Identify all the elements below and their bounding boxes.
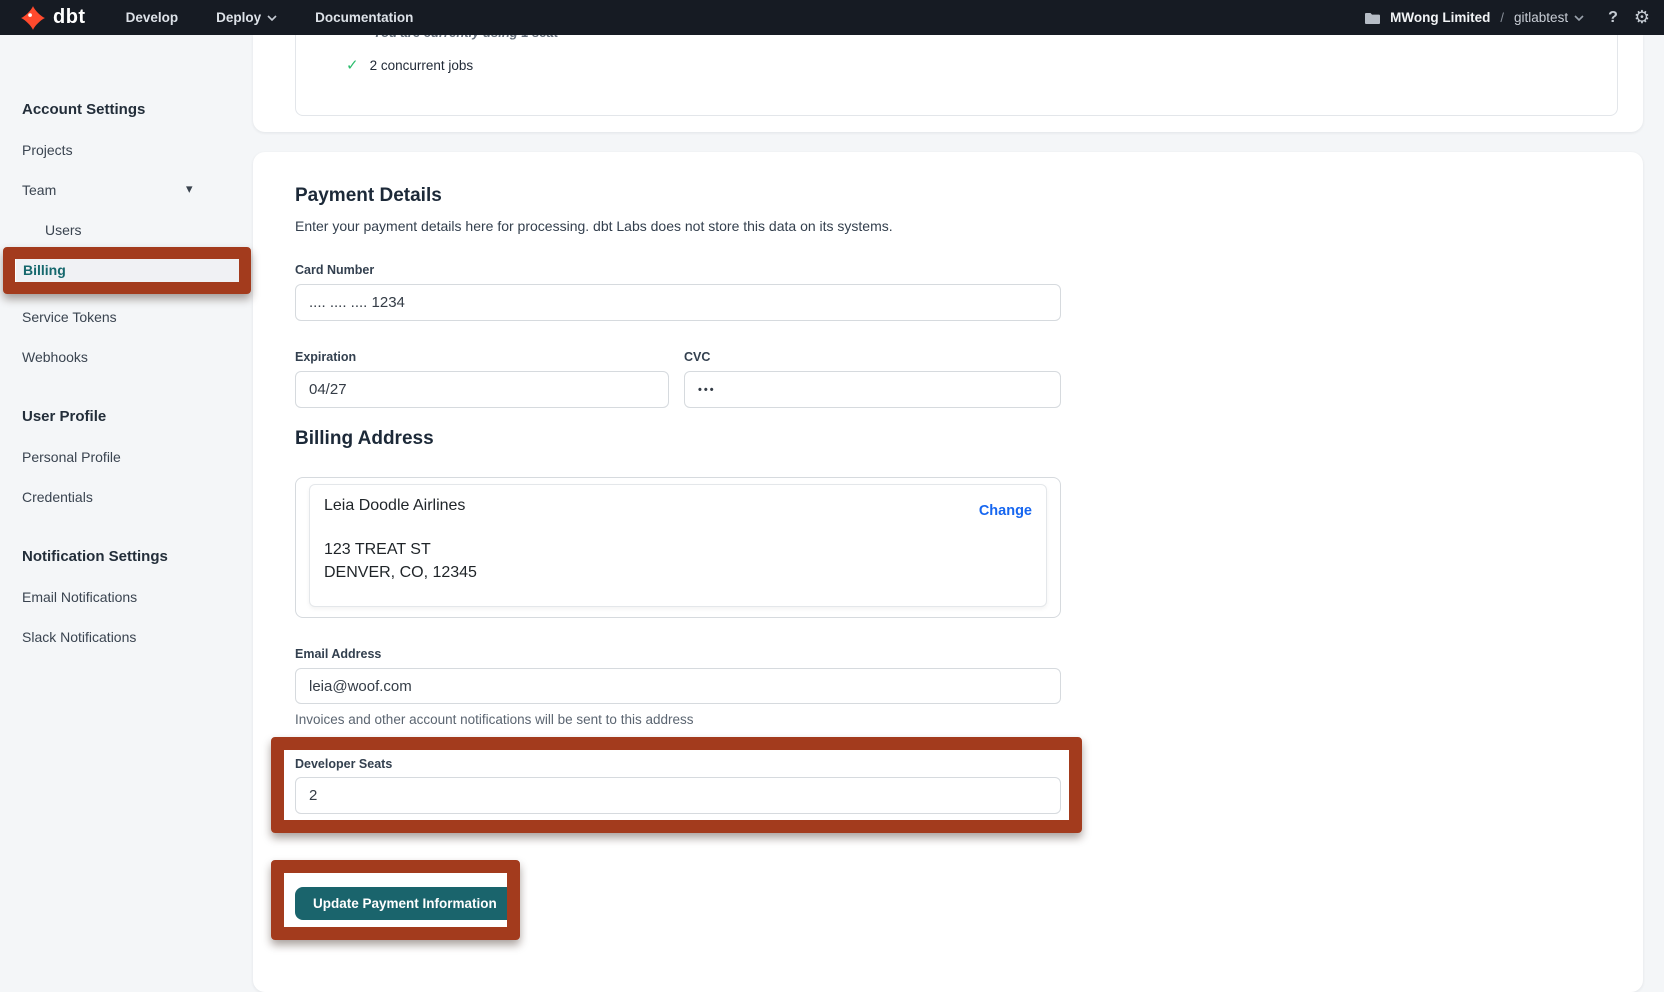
breadcrumb-separator: / xyxy=(1500,10,1504,25)
plan-inner-box: You are currently using 1 seat ✓ 2 concu… xyxy=(295,35,1618,116)
brand-name: dbt xyxy=(53,6,86,29)
card-number-label: Card Number xyxy=(295,263,374,277)
nav-deploy[interactable]: Deploy xyxy=(216,10,277,25)
change-address-link[interactable]: Change xyxy=(979,503,1032,519)
navbar-right: MWong Limited / gitlabtest ? ⚙ xyxy=(1365,9,1650,27)
folder-icon xyxy=(1365,12,1380,24)
help-icon[interactable]: ? xyxy=(1608,9,1618,27)
expiration-input[interactable] xyxy=(295,371,669,408)
main-nav: Develop Deploy Documentation xyxy=(126,10,414,25)
cvc-label: CVC xyxy=(684,350,710,364)
sidebar-item-service-tokens[interactable]: Service Tokens xyxy=(0,297,253,337)
developer-seats-input[interactable] xyxy=(295,777,1061,814)
settings-sidebar: Account Settings Projects Team ▾ Users B… xyxy=(0,35,253,940)
plan-card: You are currently using 1 seat ✓ 2 concu… xyxy=(253,35,1643,132)
sidebar-heading-account-settings: Account Settings xyxy=(0,90,253,130)
nav-develop[interactable]: Develop xyxy=(126,10,179,25)
main-content: You are currently using 1 seat ✓ 2 concu… xyxy=(253,35,1643,940)
gear-icon[interactable]: ⚙ xyxy=(1634,9,1650,27)
triangle-down-icon[interactable]: ▾ xyxy=(186,170,193,210)
sidebar-heading-user-profile: User Profile xyxy=(0,397,253,437)
billing-address-title: Billing Address xyxy=(295,428,434,450)
email-address-input[interactable] xyxy=(295,668,1061,704)
payment-details-title: Payment Details xyxy=(295,185,442,207)
nav-documentation[interactable]: Documentation xyxy=(315,10,413,25)
billing-address-lines: 123 TREAT ST DENVER, CO, 12345 xyxy=(324,538,477,584)
update-payment-button[interactable]: Update Payment Information xyxy=(295,887,515,920)
sidebar-item-slack-notifications[interactable]: Slack Notifications xyxy=(0,617,253,657)
sidebar-item-personal-profile[interactable]: Personal Profile xyxy=(0,437,253,477)
billing-address-line1: 123 TREAT ST xyxy=(324,538,477,561)
top-navbar: dbt Develop Deploy Documentation MWong L… xyxy=(0,0,1664,35)
cvc-input[interactable] xyxy=(684,371,1061,408)
billing-company-name: Leia Doodle Airlines xyxy=(324,497,1032,515)
sidebar-item-team[interactable]: Team ▾ xyxy=(0,170,253,210)
payment-details-description: Enter your payment details here for proc… xyxy=(295,218,893,234)
sidebar-item-webhooks[interactable]: Webhooks xyxy=(0,337,253,377)
dbt-logo-icon xyxy=(20,5,46,31)
sidebar-item-credentials[interactable]: Credentials xyxy=(0,477,253,517)
chevron-down-icon xyxy=(1574,15,1584,21)
check-icon: ✓ xyxy=(346,56,359,74)
account-switcher[interactable]: MWong Limited xyxy=(1390,10,1490,25)
sidebar-heading-notification-settings: Notification Settings xyxy=(0,537,253,577)
billing-address-box: Leia Doodle Airlines Change 123 TREAT ST… xyxy=(295,477,1061,618)
expiration-label: Expiration xyxy=(295,350,356,364)
sidebar-item-users[interactable]: Users xyxy=(0,210,253,250)
sidebar-item-projects[interactable]: Projects xyxy=(0,130,253,170)
billing-address-line2: DENVER, CO, 12345 xyxy=(324,561,477,584)
sidebar-item-billing[interactable]: Billing xyxy=(15,257,242,283)
payment-details-card: Payment Details Enter your payment detai… xyxy=(253,152,1643,992)
seat-usage-note: You are currently using 1 seat xyxy=(373,35,558,40)
sidebar-item-email-notifications[interactable]: Email Notifications xyxy=(0,577,253,617)
project-switcher[interactable]: gitlabtest xyxy=(1514,10,1584,25)
card-number-input[interactable] xyxy=(295,284,1061,321)
billing-address-inner-card: Leia Doodle Airlines Change 123 TREAT ST… xyxy=(309,484,1047,607)
chevron-down-icon xyxy=(267,15,277,21)
dbt-logo[interactable]: dbt xyxy=(20,5,86,31)
plan-feature-row: ✓ 2 concurrent jobs xyxy=(346,56,473,74)
email-helper-text: Invoices and other account notifications… xyxy=(295,712,693,727)
plan-feature-label: 2 concurrent jobs xyxy=(370,58,474,73)
sidebar-item-billing-block: Billing xyxy=(0,257,253,297)
email-address-label: Email Address xyxy=(295,647,381,661)
developer-seats-label: Developer Seats xyxy=(295,757,392,771)
